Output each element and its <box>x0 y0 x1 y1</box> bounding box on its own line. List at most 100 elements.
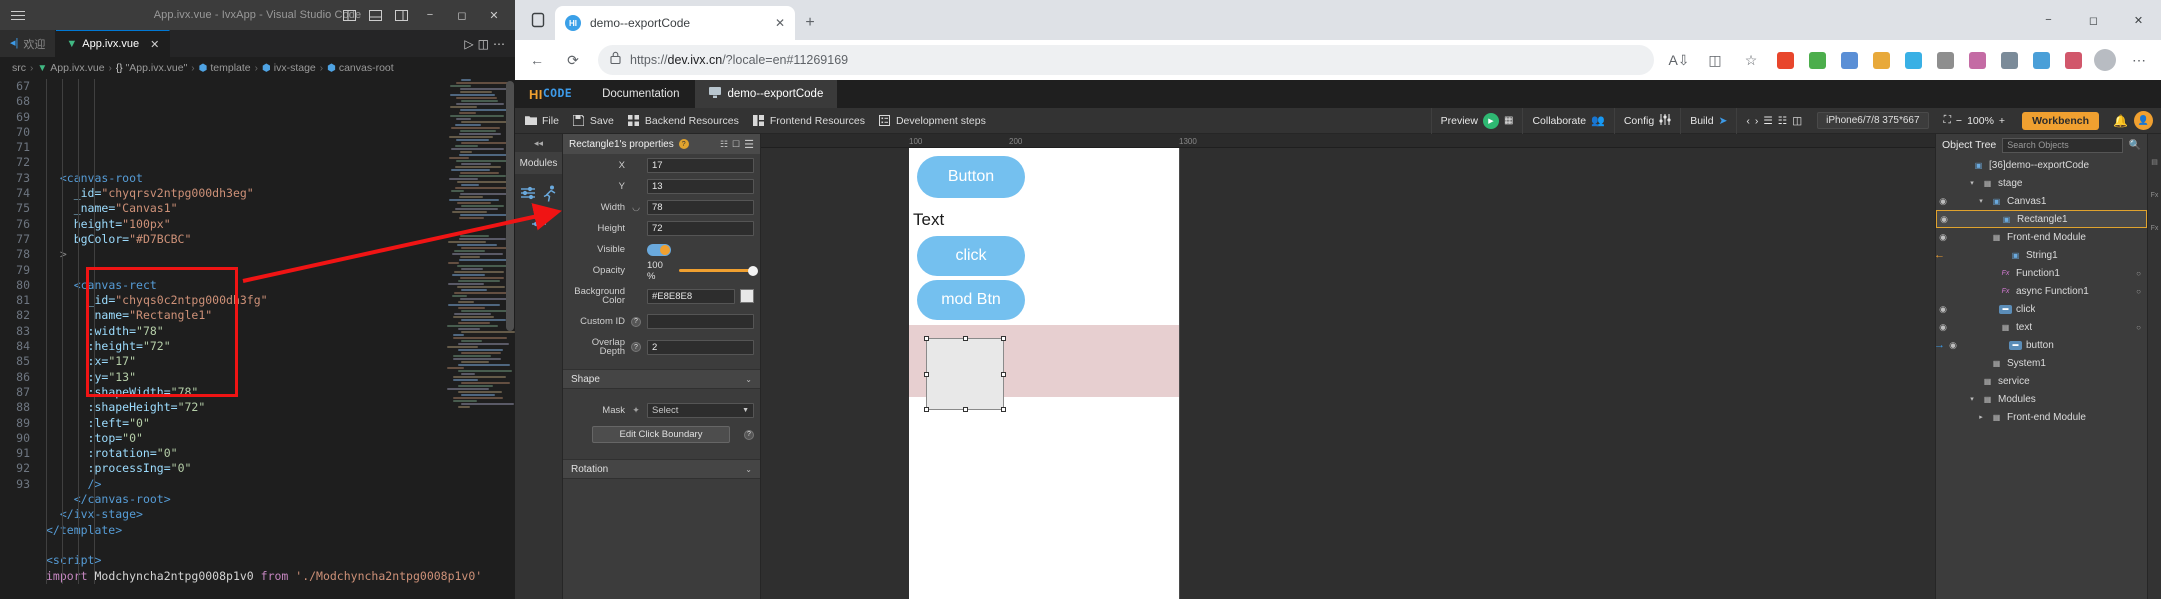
tree-node[interactable]: ◉ ▾ ▣ Canvas1 <box>1936 192 2147 210</box>
click-pill[interactable]: click <box>917 236 1025 276</box>
flow-icon[interactable] <box>530 212 548 230</box>
code-line[interactable]: :processIng="0" <box>38 461 515 476</box>
rail-icon-3[interactable]: Fx <box>2151 225 2159 232</box>
profile-avatar[interactable] <box>2091 46 2119 74</box>
gear-icon[interactable]: ○ <box>2136 323 2141 332</box>
code-line[interactable]: _id="chyqs0c2ntpg000dh3fg" <box>38 293 515 308</box>
tree-node[interactable]: ◉ ▣ Rectangle1 <box>1936 210 2147 228</box>
resize-handle-sw[interactable] <box>924 407 929 412</box>
close-icon[interactable]: ✕ <box>479 0 509 30</box>
help-icon[interactable]: ? <box>744 429 754 440</box>
code-line[interactable] <box>38 538 515 553</box>
help-icon[interactable]: ? <box>678 139 689 149</box>
resize-handle-se[interactable] <box>1001 407 1006 412</box>
code-line[interactable]: </template> <box>38 523 515 538</box>
width-field[interactable]: 78 <box>647 200 754 215</box>
qr-icon[interactable]: ▦ <box>1504 115 1513 126</box>
maximize-icon[interactable]: ◻ <box>2071 0 2116 40</box>
visibility-eye-icon[interactable]: ◉ <box>1936 322 1950 333</box>
device-frame-icon[interactable]: ◫ <box>1792 115 1802 127</box>
tree-node[interactable]: ◉ ▬ click <box>1936 300 2147 318</box>
visibility-eye-icon[interactable]: ◉ <box>1946 340 1960 351</box>
distribute-icon[interactable]: ☷ <box>1778 115 1787 127</box>
code-line[interactable]: </canvas-root> <box>38 492 515 507</box>
device-selector[interactable]: iPhone6/7/8 375*667 <box>1817 112 1929 129</box>
rail-icon-1[interactable]: ▤ <box>2151 158 2158 166</box>
build-button[interactable]: Build ➤ <box>1680 107 1736 134</box>
minimize-icon[interactable]: − <box>2026 0 2071 40</box>
canvas1-region[interactable] <box>909 325 1179 412</box>
code-line[interactable]: :height="72" <box>38 339 515 354</box>
code-line[interactable]: /> <box>38 477 515 492</box>
code-line[interactable]: :rotation="0" <box>38 446 515 461</box>
y-field[interactable]: 13 <box>647 179 754 194</box>
toolbar-save[interactable]: Save <box>572 113 614 127</box>
code-line[interactable]: :x="17" <box>38 354 515 369</box>
extension-icon-10[interactable] <box>2059 46 2087 74</box>
fit-screen-icon[interactable]: ⛶ <box>1944 114 1951 127</box>
breadcrumb-item-src[interactable]: src <box>12 62 26 74</box>
x-field[interactable]: 17 <box>647 158 754 173</box>
split-screen-icon[interactable]: ◫ <box>1699 44 1731 76</box>
code-line[interactable]: import Modchyncha2ntpg0008p1v0 from './M… <box>38 569 515 584</box>
panel-right-icon[interactable] <box>389 3 413 27</box>
tree-node[interactable]: → ◉ ▬ button <box>1936 336 2147 354</box>
mask-select[interactable]: Select ▼ <box>647 403 754 418</box>
preview-button[interactable]: Preview ▶ ▦ <box>1430 107 1523 134</box>
code-line[interactable]: _name="Canvas1" <box>38 201 515 216</box>
visibility-eye-icon[interactable]: ◉ <box>1936 304 1950 315</box>
resize-handle-e[interactable] <box>1001 372 1006 377</box>
section-rotation[interactable]: Rotation ⌄ <box>563 459 760 479</box>
editor-scrollbar[interactable] <box>505 79 515 599</box>
code-line[interactable]: <canvas-root <box>38 171 515 186</box>
nav-project-tab[interactable]: demo--exportCode <box>695 80 838 108</box>
breadcrumb-item-template[interactable]: ⬢ template <box>199 62 251 74</box>
help-icon[interactable]: ? <box>631 316 641 327</box>
star-icon[interactable]: ☆ <box>1735 44 1767 76</box>
tree-node[interactable]: ▦ service <box>1936 372 2147 390</box>
hicode-logo[interactable]: HI CODE <box>529 80 572 108</box>
run-action-icon[interactable] <box>541 184 559 202</box>
text-label[interactable]: Text <box>913 210 944 230</box>
tab-close-icon[interactable]: ✕ <box>150 38 159 51</box>
tree-node[interactable]: ▸ ▦ Front-end Module <box>1936 408 2147 426</box>
more-icon[interactable]: ⋯ <box>2123 44 2155 76</box>
nav-documentation[interactable]: Documentation <box>586 80 695 108</box>
breadcrumb-item-file[interactable]: ▼ App.ivx.vue <box>37 62 104 74</box>
tab-app-ivx-vue[interactable]: ▼ App.ivx.vue ✕ <box>56 30 171 57</box>
settings-sliders-icon[interactable] <box>519 184 537 202</box>
panel-bottom-icon[interactable] <box>363 3 387 27</box>
tree-node[interactable]: Fx Function1 ○ <box>1936 264 2147 282</box>
mask-icon[interactable]: ✦ <box>631 405 641 416</box>
mod-btn-pill[interactable]: mod Btn <box>917 280 1025 320</box>
chevron-icon[interactable]: ▾ <box>1976 197 1986 205</box>
zoom-control[interactable]: ⛶ − 100% + <box>1935 108 2015 134</box>
gear-icon[interactable]: ○ <box>2136 287 2141 296</box>
align-icon[interactable]: ☰ <box>1763 115 1772 127</box>
button-pill[interactable]: Button <box>917 156 1025 198</box>
close-icon[interactable]: ✕ <box>2116 0 2161 40</box>
zoom-plus-icon[interactable]: + <box>1999 115 2005 127</box>
browser-tab-active[interactable]: HI demo--exportCode ✕ <box>555 6 795 40</box>
extension-icon-6[interactable] <box>1931 46 1959 74</box>
tree-node[interactable]: Fx async Function1 ○ <box>1936 282 2147 300</box>
zoom-minus-icon[interactable]: − <box>1956 115 1962 127</box>
extension-icon-3[interactable] <box>1835 46 1863 74</box>
gear-icon[interactable]: ○ <box>2136 269 2141 278</box>
more-actions-icon[interactable]: ⋯ <box>493 37 505 51</box>
custom-id-field[interactable] <box>647 314 754 329</box>
workbench-button[interactable]: Workbench <box>2022 111 2100 130</box>
menu-icon[interactable]: ☰ <box>744 138 754 151</box>
extension-icon-2[interactable] <box>1803 46 1831 74</box>
rail-icon-2[interactable]: Fx <box>2151 192 2159 199</box>
tree-node[interactable]: ▾ ▦ Modules <box>1936 390 2147 408</box>
link-ratio-icon[interactable]: ◡ <box>631 202 641 213</box>
code-line[interactable]: _id="chyqrsv2ntpg000dh3eg" <box>38 186 515 201</box>
tree-node[interactable]: ◉ ▦ text ○ <box>1936 318 2147 336</box>
chevron-icon[interactable]: ▾ <box>1967 395 1977 403</box>
code-line[interactable]: :y="13" <box>38 370 515 385</box>
section-shape[interactable]: Shape ⌄ <box>563 369 760 389</box>
code-line[interactable]: bgColor="#D7BCBC" <box>38 232 515 247</box>
minimap[interactable] <box>447 79 515 599</box>
tree-node[interactable]: ▦ System1 <box>1936 354 2147 372</box>
